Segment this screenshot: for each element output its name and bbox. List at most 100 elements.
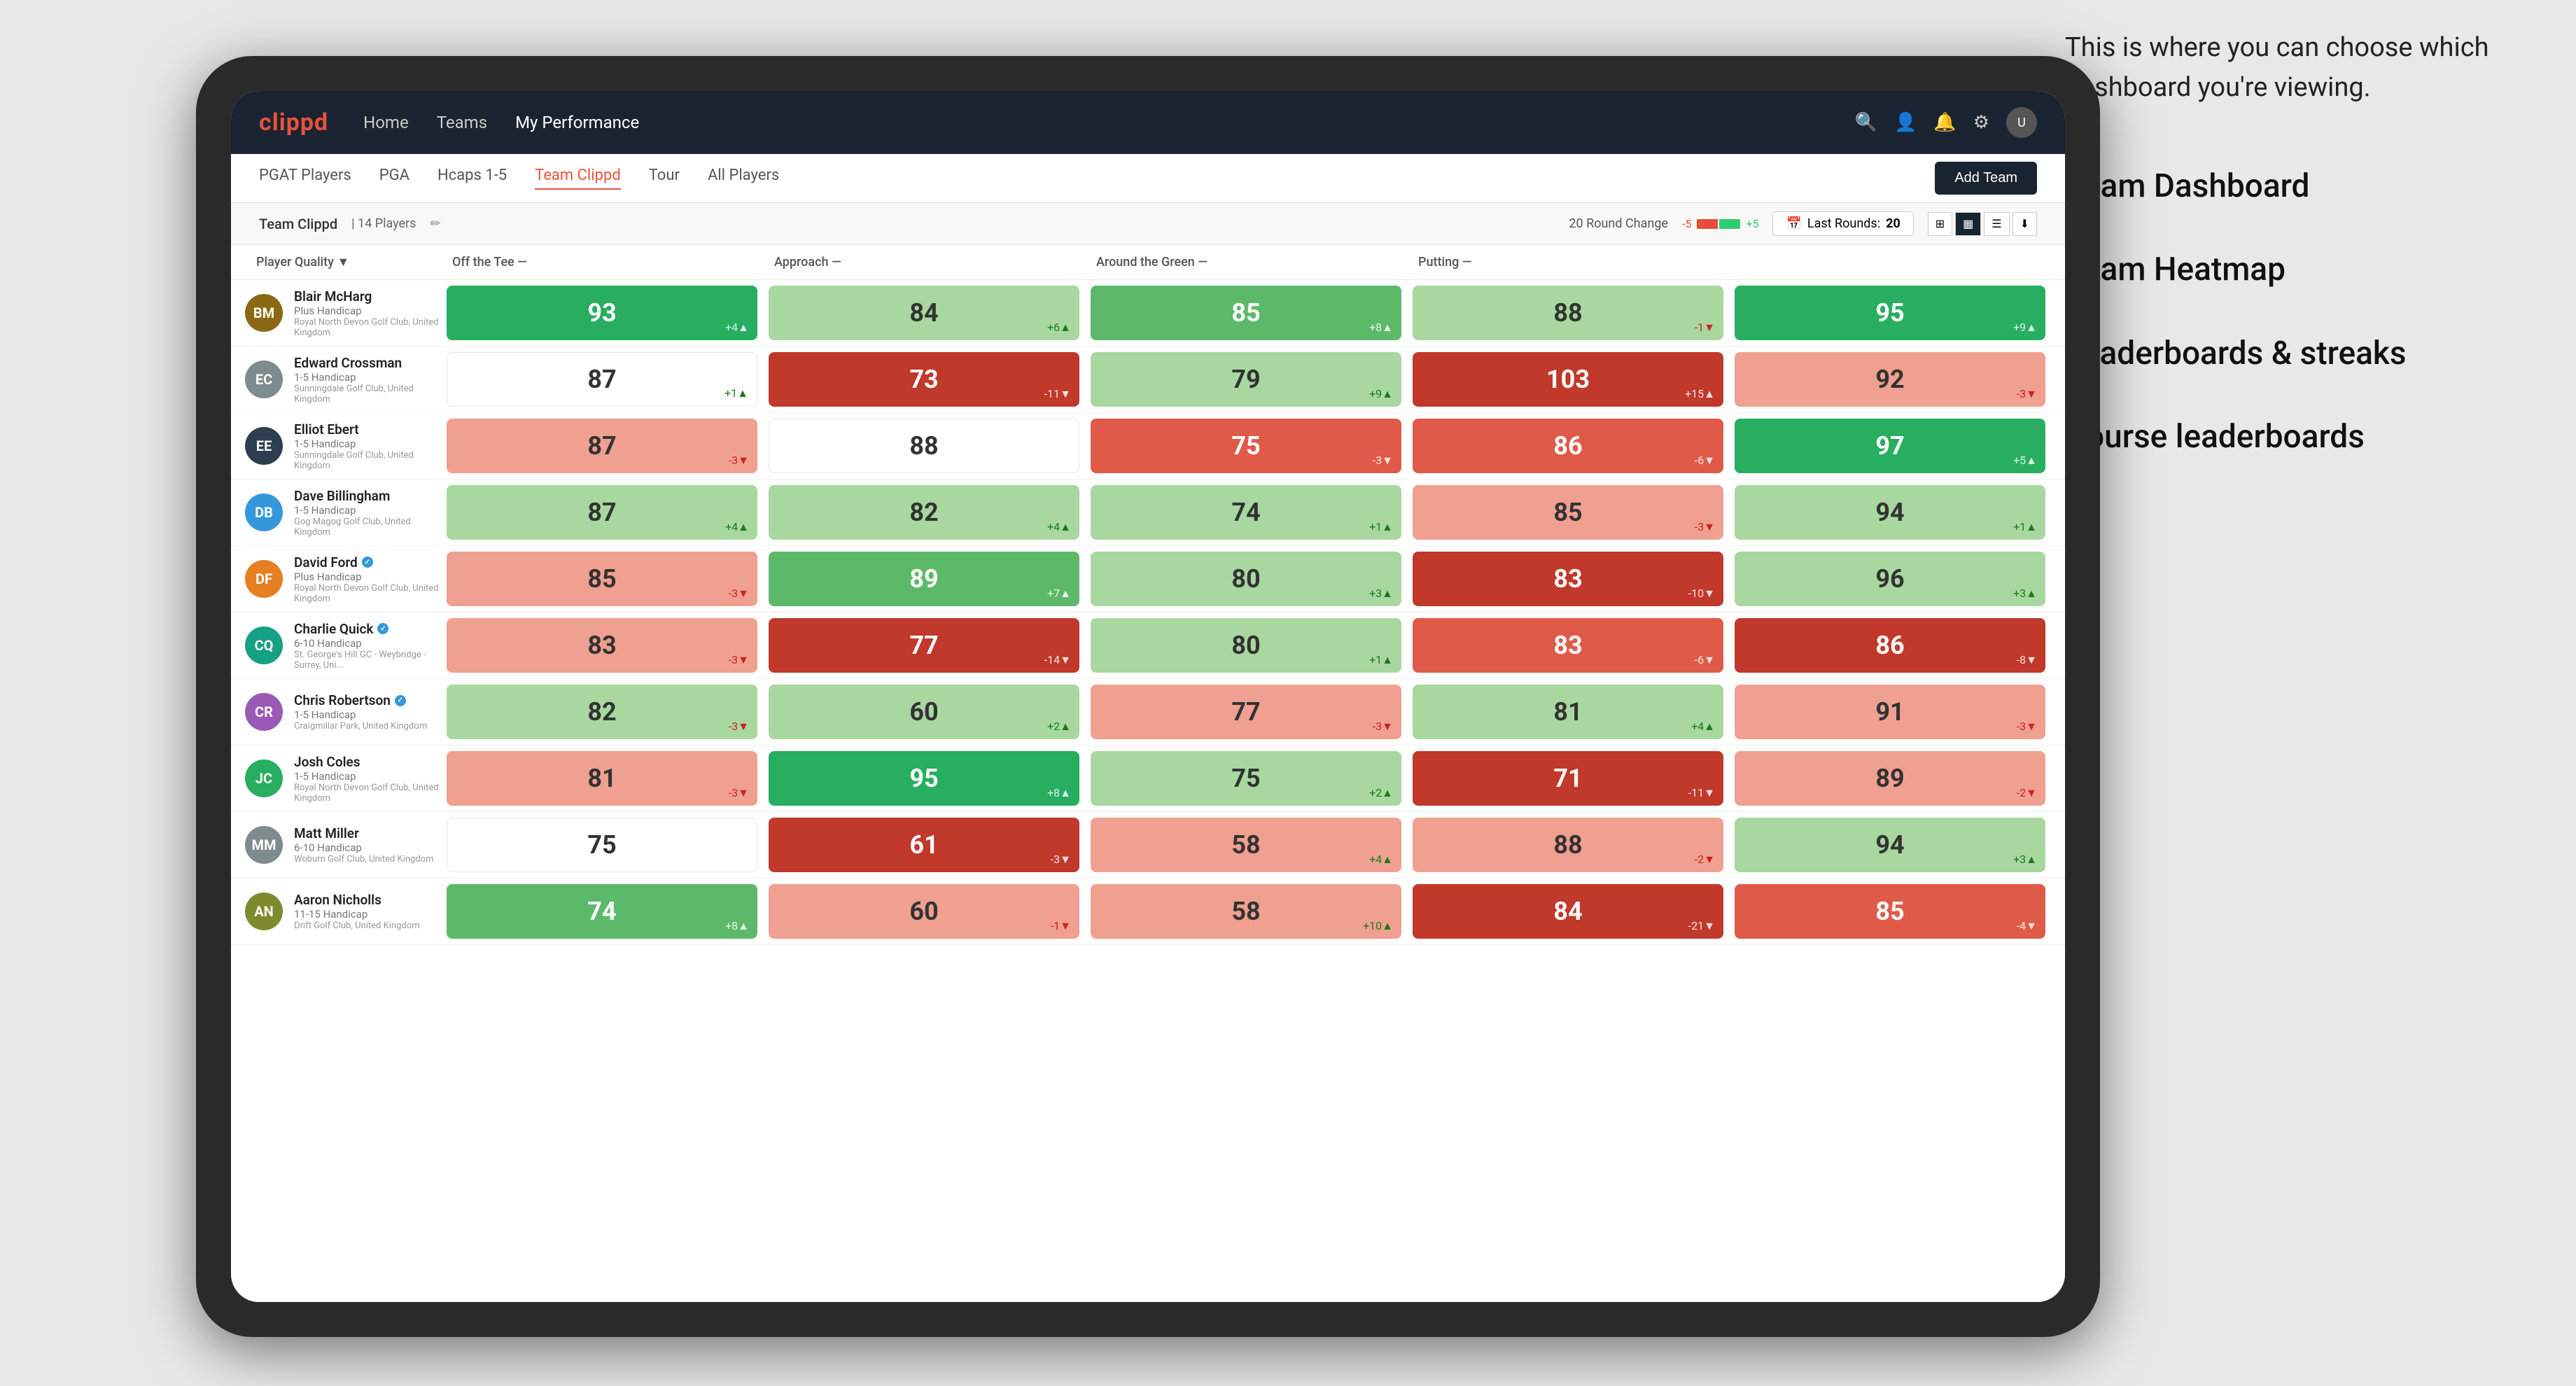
stat-cell-approach[interactable]: 80+3▲ [1091, 552, 1401, 606]
player-info[interactable]: CQCharlie Quick✓6-10 HandicapSt. George'… [245, 615, 441, 676]
stat-cell-putting[interactable]: 89-2▼ [1735, 751, 2045, 806]
stat-value: 87 [587, 365, 616, 394]
col-player-quality[interactable]: Player Quality ▼ [245, 245, 441, 279]
stat-cell-off_tee[interactable]: 84+6▲ [769, 286, 1079, 340]
stat-value: 93 [587, 298, 616, 328]
stat-cell-approach[interactable]: 85+8▲ [1091, 286, 1401, 340]
stat-cell-putting[interactable]: 85-4▼ [1735, 884, 2045, 939]
stat-cell-quality[interactable]: 87+4▲ [447, 485, 757, 540]
subnav-tour[interactable]: Tour [649, 167, 680, 190]
stat-cell-around_green[interactable]: 86-6▼ [1413, 419, 1723, 473]
stat-cell-putting[interactable]: 92-3▼ [1735, 352, 2045, 407]
stat-cell-quality[interactable]: 93+4▲ [447, 286, 757, 340]
stat-cell-quality[interactable]: 81-3▼ [447, 751, 757, 806]
stat-cell-off_tee[interactable]: 89+7▲ [769, 552, 1079, 606]
col-around-green[interactable]: Around the Green — [1085, 245, 1407, 279]
stat-cell-approach[interactable]: 77-3▼ [1091, 685, 1401, 739]
list-view-button[interactable]: ☰ [1984, 212, 2009, 236]
player-info[interactable]: ANAaron Nicholls11-15 HandicapDrift Golf… [245, 886, 441, 937]
edit-team-icon[interactable]: ✏ [430, 216, 440, 231]
player-club: Royal North Devon Golf Club, United King… [294, 583, 441, 604]
player-info[interactable]: CRChris Robertson✓1-5 HandicapCraigmilla… [245, 687, 441, 737]
col-off-tee[interactable]: Off the Tee — [441, 245, 763, 279]
stat-cell-putting[interactable]: 96+3▲ [1735, 552, 2045, 606]
player-info[interactable]: BMBlair McHargPlus HandicapRoyal North D… [245, 283, 441, 344]
stat-cell-off_tee[interactable]: 61-3▼ [769, 818, 1079, 872]
player-info[interactable]: ECEdward Crossman1-5 HandicapSunningdale… [245, 349, 441, 410]
search-icon[interactable]: 🔍 [1855, 112, 1877, 133]
brand-logo: clippd [259, 108, 328, 136]
stat-cell-putting[interactable]: 97+5▲ [1735, 419, 2045, 473]
player-info[interactable]: JCJosh Coles1-5 HandicapRoyal North Devo… [245, 748, 441, 809]
grid-view-button[interactable]: ⊞ [1928, 212, 1952, 236]
stat-cell-putting[interactable]: 86-8▼ [1735, 618, 2045, 673]
stat-cell-quality[interactable]: 75 [447, 818, 757, 872]
subnav-pga[interactable]: PGA [379, 167, 410, 190]
annotation-area: This is where you can choose which dashb… [2065, 28, 2555, 498]
stat-change: -1▼ [1695, 321, 1715, 335]
player-info[interactable]: DFDavid Ford✓Plus HandicapRoyal North De… [245, 549, 441, 610]
stat-cell-putting[interactable]: 91-3▼ [1735, 685, 2045, 739]
stat-cell-around_green[interactable]: 85-3▼ [1413, 485, 1723, 540]
stat-cell-around_green[interactable]: 88-2▼ [1413, 818, 1723, 872]
col-approach[interactable]: Approach — [763, 245, 1085, 279]
last-rounds-button[interactable]: 📅 Last Rounds: 20 [1772, 211, 1913, 236]
nav-my-performance[interactable]: My Performance [515, 109, 639, 136]
stat-cell-around_green[interactable]: 71-11▼ [1413, 751, 1723, 806]
stat-cell-off_tee[interactable]: 95+8▲ [769, 751, 1079, 806]
stat-cell-off_tee[interactable]: 77-14▼ [769, 618, 1079, 673]
nav-home[interactable]: Home [363, 109, 409, 136]
heatmap-view-button[interactable]: ▦ [1955, 212, 1981, 236]
subnav-pgat[interactable]: PGAT Players [259, 167, 351, 190]
stat-cell-off_tee[interactable]: 60+2▲ [769, 685, 1079, 739]
col-putting[interactable]: Putting — [1407, 245, 1729, 279]
stat-cell-approach[interactable]: 79+9▲ [1091, 352, 1401, 407]
user-avatar[interactable]: U [2006, 107, 2037, 138]
stat-cell-quality[interactable]: 74+8▲ [447, 884, 757, 939]
player-info[interactable]: DBDave Billingham1-5 HandicapGog Magog G… [245, 482, 441, 543]
add-team-button[interactable]: Add Team [1935, 162, 2037, 195]
stat-cell-putting[interactable]: 95+9▲ [1735, 286, 2045, 340]
stat-cell-off_tee[interactable]: 82+4▲ [769, 485, 1079, 540]
stat-cell-quality[interactable]: 82-3▼ [447, 685, 757, 739]
stat-cell-off_tee[interactable]: 60-1▼ [769, 884, 1079, 939]
stat-cell-quality[interactable]: 85-3▼ [447, 552, 757, 606]
stat-cell-quality[interactable]: 83-3▼ [447, 618, 757, 673]
stat-cell-putting[interactable]: 94+3▲ [1735, 818, 2045, 872]
main-content: Player Quality ▼ Off the Tee — Approach … [231, 245, 2065, 1302]
settings-icon[interactable]: ⚙ [1973, 112, 1989, 133]
stat-cell-approach[interactable]: 75+2▲ [1091, 751, 1401, 806]
stat-cell-quality[interactable]: 87-3▼ [447, 419, 757, 473]
stat-cell-quality[interactable]: 87 +1▲ [447, 352, 757, 407]
subnav-hcaps[interactable]: Hcaps 1-5 [438, 167, 507, 190]
stat-cell-around_green[interactable]: 83-10▼ [1413, 552, 1723, 606]
stat-cell-off_tee[interactable]: 73-11▼ [769, 352, 1079, 407]
stat-cell-around_green[interactable]: 103+15▲ [1413, 352, 1723, 407]
player-club: Royal North Devon Golf Club, United King… [294, 783, 441, 804]
stat-cell-around_green[interactable]: 83-6▼ [1413, 618, 1723, 673]
stat-cell-around_green[interactable]: 88-1▼ [1413, 286, 1723, 340]
stat-value: 80 [1231, 631, 1260, 660]
stat-cell-putting[interactable]: 94+1▲ [1735, 485, 2045, 540]
calendar-icon: 📅 [1786, 216, 1801, 231]
user-icon[interactable]: 👤 [1894, 112, 1917, 133]
stat-cell-approach[interactable]: 75-3▼ [1091, 419, 1401, 473]
stat-cell-approach[interactable]: 80+1▲ [1091, 618, 1401, 673]
subnav-all-players[interactable]: All Players [708, 167, 779, 190]
stat-cell-approach[interactable]: 58+10▲ [1091, 884, 1401, 939]
stat-cell-approach[interactable]: 58+4▲ [1091, 818, 1401, 872]
stat-cell-around_green[interactable]: 84-21▼ [1413, 884, 1723, 939]
bell-icon[interactable]: 🔔 [1933, 112, 1956, 133]
stat-cell-off_tee[interactable]: 88 [769, 419, 1079, 473]
stat-change: +1▲ [724, 386, 748, 400]
player-info[interactable]: MMMatt Miller6-10 HandicapWoburn Golf Cl… [245, 820, 441, 870]
player-handicap: Plus Handicap [294, 304, 441, 317]
player-info[interactable]: EEElliot Ebert1-5 HandicapSunningdale Go… [245, 416, 441, 477]
subnav-team-clippd[interactable]: Team Clippd [535, 167, 621, 190]
stat-value: 87 [587, 498, 616, 527]
stat-cell-approach[interactable]: 74+1▲ [1091, 485, 1401, 540]
export-button[interactable]: ⬇ [2012, 212, 2037, 236]
nav-teams[interactable]: Teams [437, 109, 487, 136]
player-avatar: CQ [245, 626, 283, 664]
stat-cell-around_green[interactable]: 81+4▲ [1413, 685, 1723, 739]
